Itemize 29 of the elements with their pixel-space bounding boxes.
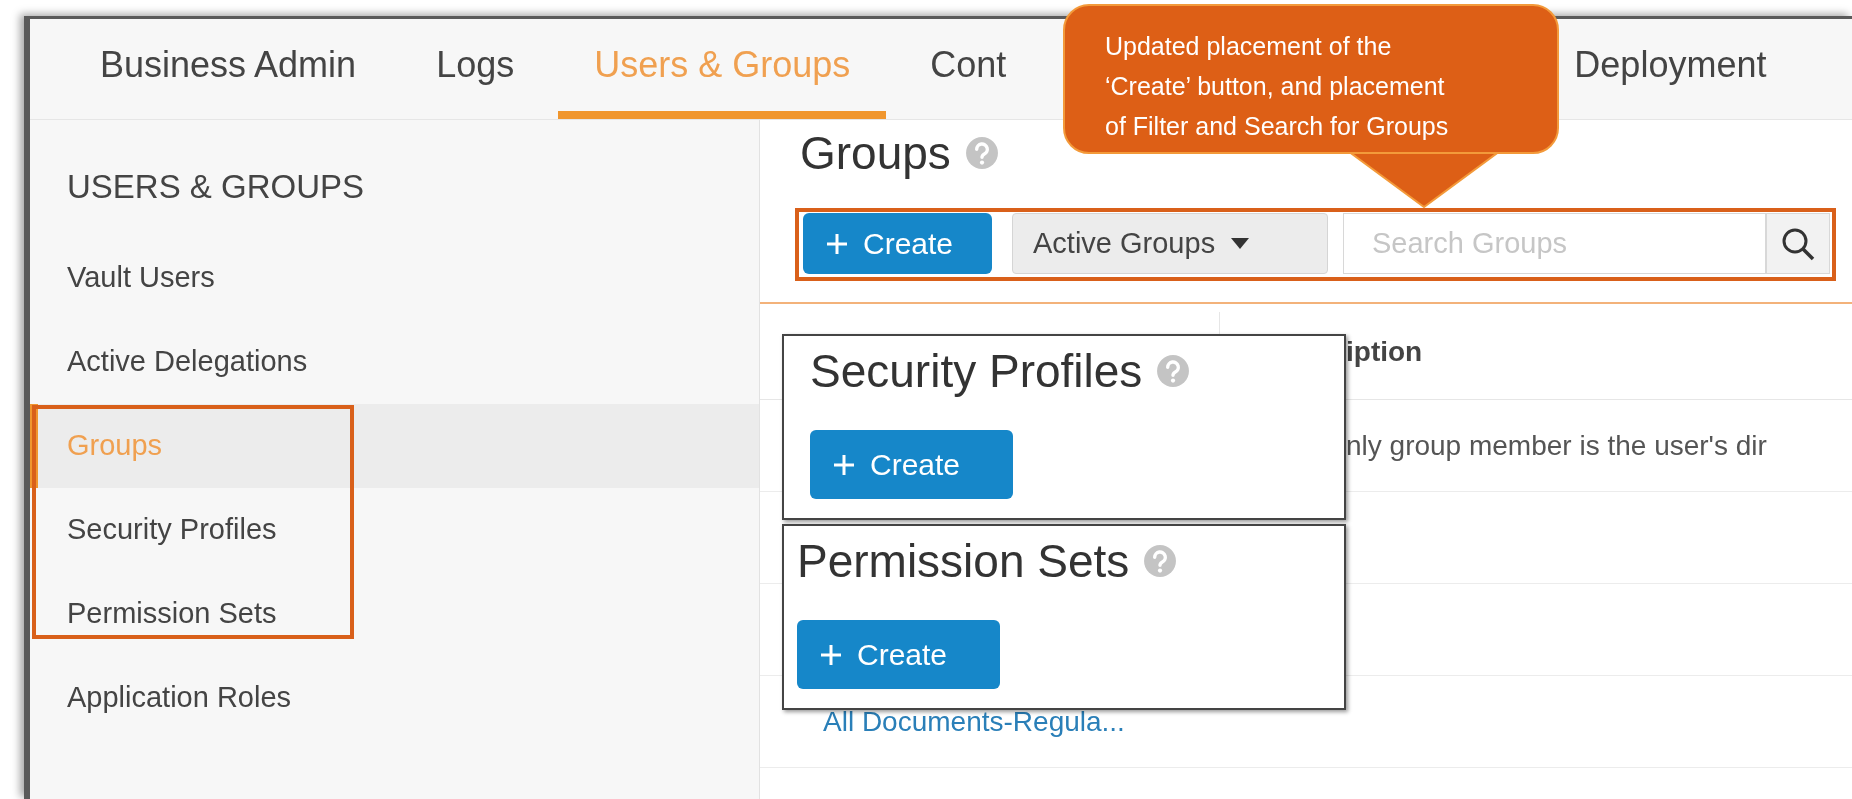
- sidebar-heading: USERS & GROUPS: [66, 167, 366, 207]
- nav-tab[interactable]: Cont: [894, 19, 1043, 119]
- sidebar-item[interactable]: Application Roles: [30, 656, 759, 740]
- search-field[interactable]: Search Groups: [1343, 213, 1766, 274]
- nav-tab[interactable]: Deployment: [1568, 19, 1773, 119]
- panel-title: Security Profiles: [810, 343, 1143, 399]
- create-button[interactable]: Create: [810, 430, 1013, 499]
- nav-tab[interactable]: Logs: [400, 19, 551, 119]
- create-button[interactable]: Create: [797, 620, 1000, 689]
- search-button[interactable]: [1766, 213, 1830, 274]
- nav-tab[interactable]: Business Admin: [64, 19, 393, 119]
- sidebar-item[interactable]: Vault Users: [30, 236, 759, 320]
- help-icon[interactable]: [1143, 544, 1178, 578]
- search-icon: [1781, 226, 1815, 261]
- table-cell-text: nly group member is the user's dir: [1346, 428, 1767, 463]
- plus-icon: [832, 452, 856, 477]
- filter-dropdown[interactable]: Active Groups: [1012, 213, 1328, 274]
- column-header: iption: [1345, 334, 1423, 369]
- sidebar-item[interactable]: Active Delegations: [30, 320, 759, 404]
- caret-icon: [1231, 238, 1250, 249]
- panel-title: Permission Sets: [797, 533, 1130, 589]
- sidebar-item[interactable]: Security Profiles: [30, 488, 759, 572]
- sidebar-item[interactable]: Permission Sets: [30, 572, 759, 656]
- help-icon[interactable]: [1156, 354, 1191, 388]
- plus-icon: [819, 642, 843, 667]
- plus-icon: [825, 231, 849, 256]
- page-title: Groups: [800, 126, 951, 180]
- help-icon[interactable]: [964, 136, 999, 170]
- create-button[interactable]: Create: [803, 213, 992, 274]
